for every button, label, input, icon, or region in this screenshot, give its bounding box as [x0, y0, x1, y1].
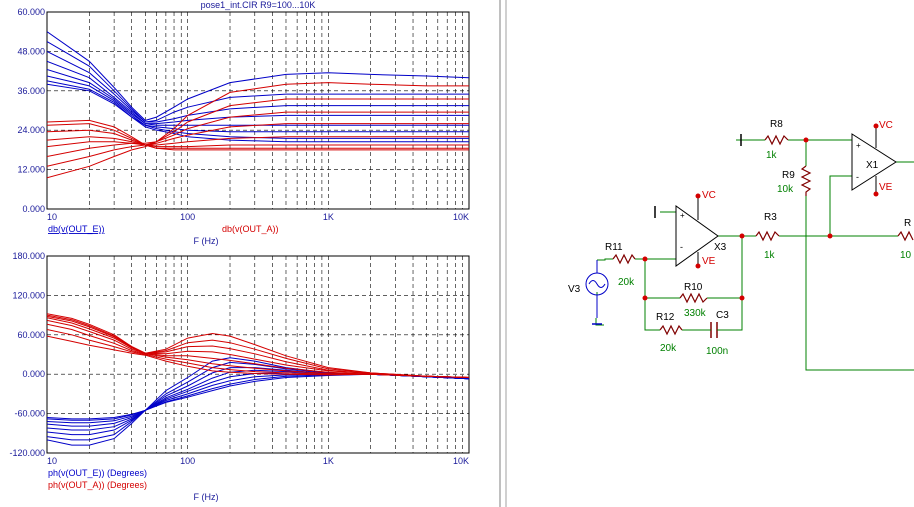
r12-ref: R12: [656, 312, 675, 323]
y-tick-label: 12.000: [17, 165, 45, 175]
x1-ref: X1: [866, 160, 879, 171]
y-tick-label: -120.000: [9, 448, 45, 458]
wires: [595, 139, 914, 371]
schematic-editor: V3 R11 20k R10 330k R12 20k C3 100n R3 1…: [568, 119, 914, 371]
x3-ref: X3: [714, 242, 727, 253]
v3-ref: V3: [568, 284, 581, 295]
series-line: [47, 373, 469, 420]
wire-bus-x1-minus: [829, 175, 852, 236]
x1-ve-label: VE: [879, 182, 893, 193]
series-line: [47, 123, 469, 148]
x-tick-label: 1K: [323, 212, 334, 222]
c3-ref: C3: [716, 310, 729, 321]
legend-mag-out-e[interactable]: db(v(OUT_E)): [48, 224, 105, 234]
series-group: [47, 313, 469, 446]
junction-node[interactable]: [827, 233, 833, 239]
r11-value: 20k: [618, 277, 635, 288]
legend-mag-out-a[interactable]: db(v(OUT_A)): [222, 224, 279, 234]
x3-minus-sign: -: [680, 242, 683, 252]
r9-ref: R9: [782, 170, 795, 181]
x1-vc-node[interactable]: [873, 123, 879, 129]
analysis-window: pose1_int.CIR R9=100...10K 60.000 48.000 3…: [9, 0, 914, 507]
r3-value: 1k: [764, 250, 776, 261]
x3-vc-label: VC: [702, 190, 716, 201]
y-tick-label: -60.000: [14, 409, 45, 419]
x-tick-label: 1K: [323, 456, 334, 466]
x1-vc-label: VC: [879, 120, 893, 131]
mag-x-axis-label: F (Hz): [194, 236, 219, 246]
series-line: [47, 41, 469, 123]
series-line: [47, 80, 469, 139]
junction-node[interactable]: [739, 295, 745, 301]
r8-value: 1k: [766, 150, 778, 161]
r10-ref: R10: [684, 282, 703, 293]
wire-node-r10: [644, 259, 680, 299]
x-tick-label: 10: [47, 212, 57, 222]
magnitude-chart: 60.000 48.000 36.000 24.000 12.000 0.00010 100…: [17, 7, 470, 222]
x-tick-label: 10: [47, 456, 57, 466]
r12-symbol[interactable]: [659, 324, 683, 336]
y-tick-label: 36.000: [17, 86, 45, 96]
y-tick-label: 0.000: [22, 204, 45, 214]
plot-frame: [46, 11, 470, 210]
legend-phase-out-a[interactable]: ph(v(OUT_A)) (Degrees): [48, 480, 147, 490]
x-tick-label: 100: [180, 456, 195, 466]
r-partial-ref: R: [904, 218, 911, 229]
junction-node[interactable]: [803, 137, 809, 143]
x1-plus-sign: +: [856, 141, 861, 150]
r-partial-symbol[interactable]: [897, 230, 914, 242]
wire-v3-r11: [597, 258, 613, 261]
series-group: [47, 31, 469, 179]
r10-symbol[interactable]: [679, 292, 708, 304]
y-tick-label: 0.000: [22, 369, 45, 379]
r8-symbol[interactable]: [764, 134, 789, 146]
phase-chart: 180.000 120.000 60.000 0.000 -60.000 -120.000…: [9, 251, 470, 466]
series-line: [47, 367, 469, 436]
y-tick-label: 180.000: [12, 251, 45, 261]
wire-r9-return: [805, 196, 914, 371]
y-tick-label: 24.000: [17, 125, 45, 135]
r9-symbol[interactable]: [800, 165, 812, 196]
x3-plus-sign: +: [680, 211, 685, 220]
r-partial-value: 10: [900, 250, 912, 261]
x-tick-label: 10K: [453, 212, 469, 222]
junction-node[interactable]: [642, 295, 648, 301]
x1-ve-node[interactable]: [873, 191, 879, 197]
y-tick-label: 120.000: [12, 290, 45, 300]
x3-vc-node[interactable]: [695, 193, 701, 199]
r8-ref: R8: [770, 119, 783, 130]
r11-symbol[interactable]: [612, 253, 636, 265]
legend-phase-out-e[interactable]: ph(v(OUT_E)) (Degrees): [48, 468, 147, 478]
sine-icon: [588, 280, 606, 288]
series-line: [47, 69, 469, 126]
y-tick-label: 48.000: [17, 46, 45, 56]
x1-minus-sign: -: [856, 172, 859, 182]
r3-symbol[interactable]: [755, 230, 780, 242]
phase-x-axis-label: F (Hz): [194, 492, 219, 502]
x3-ve-label: VE: [702, 256, 716, 267]
x-tick-label: 10K: [453, 456, 469, 466]
r3-ref: R3: [764, 212, 777, 223]
x-tick-label: 100: [180, 212, 195, 222]
r10-value: 330k: [684, 308, 707, 319]
y-tick-label: 60.000: [17, 7, 45, 17]
splitter[interactable]: [497, 0, 511, 507]
app-window: pose1_int.CIR R9=100...10K 60.000 48.000 3…: [0, 0, 914, 507]
c3-value: 100n: [706, 346, 728, 357]
r12-value: 20k: [660, 343, 677, 354]
junction-node[interactable]: [739, 233, 745, 239]
r11-ref: R11: [605, 242, 623, 253]
x3-ve-node[interactable]: [695, 263, 701, 269]
plot-title: pose1_int.CIR R9=100...10K: [201, 0, 316, 10]
r9-value: 10k: [777, 184, 794, 195]
series-line: [47, 323, 469, 378]
junction-node[interactable]: [642, 256, 648, 262]
junctions: [642, 137, 833, 301]
y-tick-label: 60.000: [17, 330, 45, 340]
